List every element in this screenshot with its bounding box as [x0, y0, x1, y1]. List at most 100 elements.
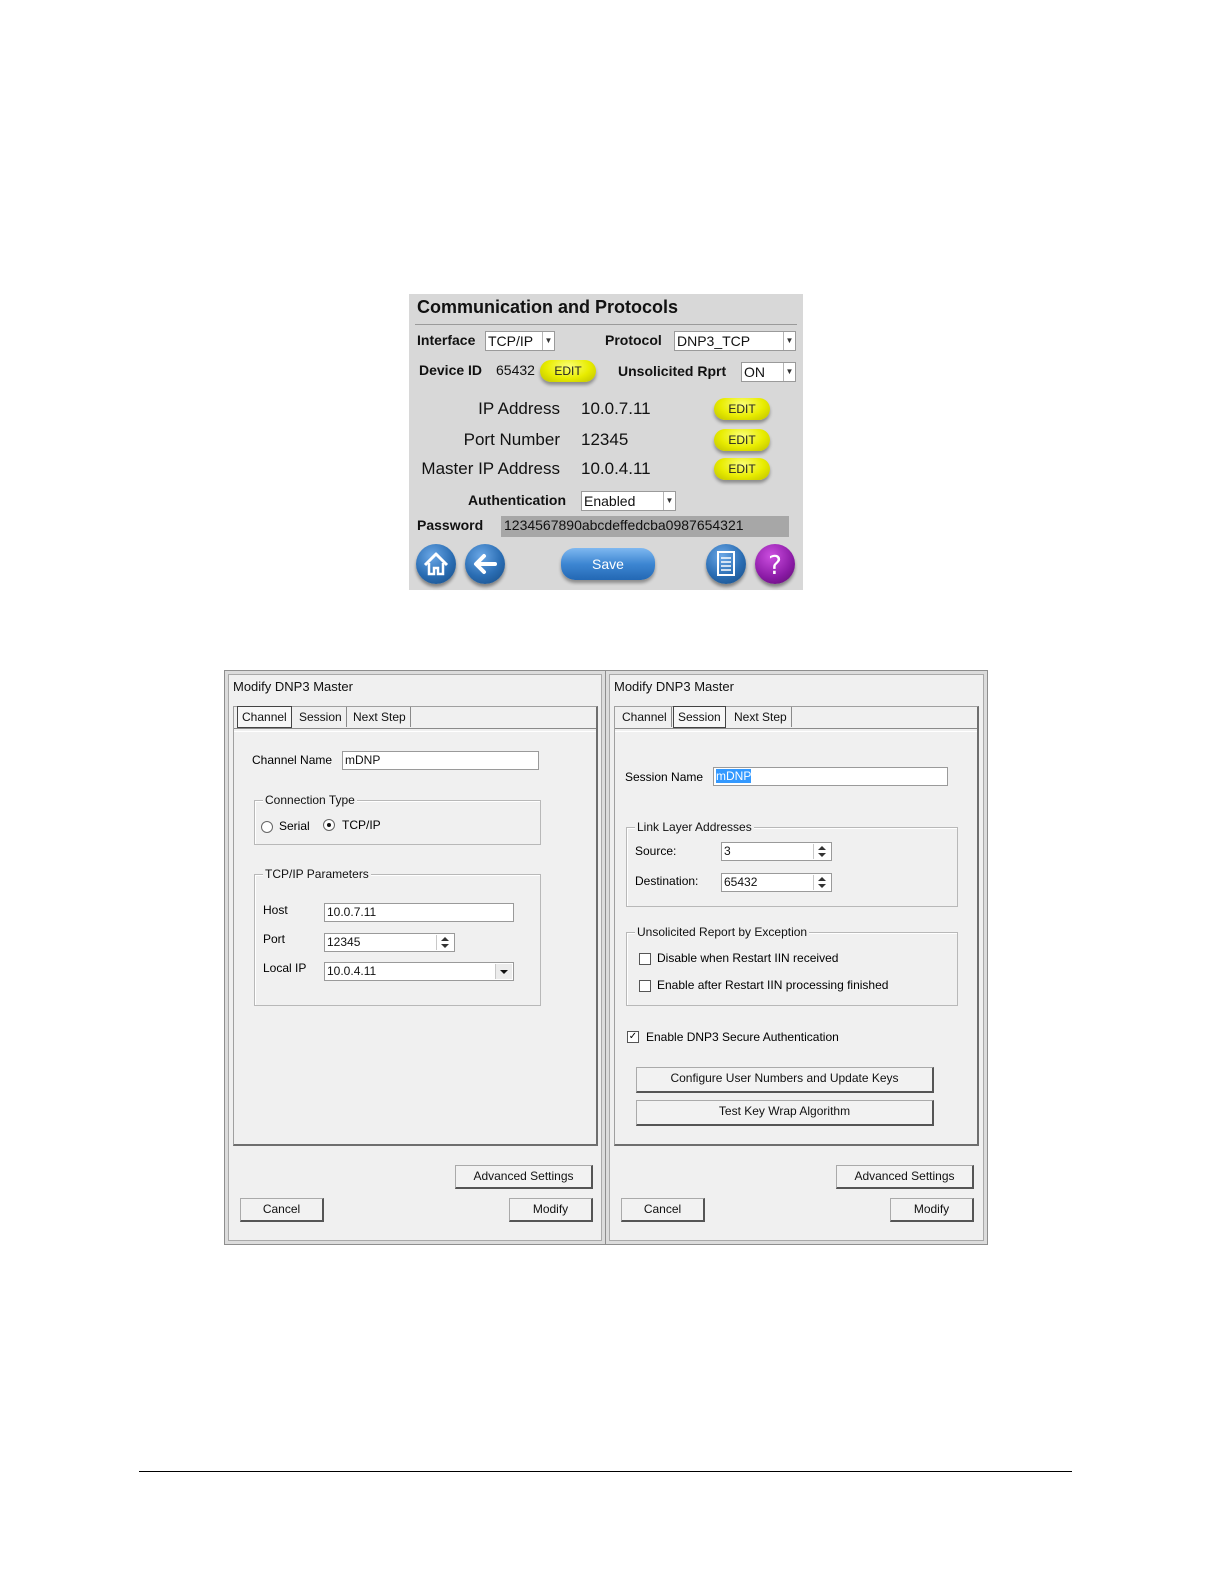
source-value: 3: [724, 844, 731, 858]
authentication-label: Authentication: [468, 492, 566, 508]
session-name-input[interactable]: mDNP: [713, 767, 948, 786]
destination-label: Destination:: [635, 874, 699, 888]
tcpip-radio[interactable]: [323, 819, 335, 831]
save-button[interactable]: Save: [561, 548, 655, 580]
interface-value: TCP/IP: [488, 333, 534, 349]
tcpip-parameters-label: TCP/IP Parameters: [263, 867, 371, 881]
session-name-label: Session Name: [625, 770, 704, 784]
chevron-down-icon: ▼: [542, 332, 554, 350]
tab-panel: Channel Session Next Step Channel Name m…: [233, 706, 598, 1146]
link-layer-label: Link Layer Addresses: [635, 820, 754, 834]
document-icon: [717, 551, 735, 576]
device-id-edit-button[interactable]: EDIT: [540, 360, 596, 382]
link-layer-addresses-group: Link Layer Addresses Source: 3 Destinati…: [626, 820, 958, 907]
help-icon: ?: [768, 551, 782, 581]
tab-next-step[interactable]: Next Step: [730, 707, 792, 727]
authentication-value: Enabled: [584, 493, 636, 509]
tab-session[interactable]: Session: [673, 706, 726, 728]
ip-address-label: IP Address: [478, 399, 560, 418]
svg-text:?: ?: [768, 551, 782, 581]
password-field[interactable]: 1234567890abcdeffedcba0987654321: [501, 516, 789, 537]
ip-address-edit-button[interactable]: EDIT: [714, 398, 770, 420]
master-ip-value: 10.0.4.11: [581, 459, 651, 478]
chevron-down-icon: ▼: [783, 363, 795, 381]
local-ip-select[interactable]: 10.0.4.11: [324, 962, 514, 981]
host-input[interactable]: 10.0.7.11: [324, 903, 514, 922]
protocol-label: Protocol: [605, 332, 662, 348]
help-button[interactable]: ?: [755, 544, 795, 584]
disable-restart-checkbox[interactable]: [639, 953, 651, 965]
device-id-label: Device ID: [419, 362, 483, 378]
panel-title: Communication and Protocols: [417, 297, 679, 317]
configure-keys-button[interactable]: Configure User Numbers and Update Keys: [636, 1067, 934, 1093]
secure-auth-checkbox[interactable]: ✓: [627, 1031, 639, 1043]
source-label: Source:: [635, 844, 677, 858]
protocol-value: DNP3_TCP: [677, 333, 751, 349]
tab-divider: [615, 728, 977, 732]
advanced-settings-button[interactable]: Advanced Settings: [455, 1165, 593, 1189]
master-ip-edit-button[interactable]: EDIT: [714, 458, 770, 480]
tcpip-label: TCP/IP: [342, 818, 381, 832]
modify-button[interactable]: Modify: [509, 1198, 593, 1222]
home-icon: [423, 552, 449, 576]
local-ip-value: 10.0.4.11: [327, 964, 377, 978]
back-button[interactable]: [465, 544, 505, 584]
spinner-arrows-icon[interactable]: [813, 844, 830, 859]
protocol-select[interactable]: DNP3_TCP ▼: [674, 331, 796, 351]
secure-auth-label: Enable DNP3 Secure Authentication: [646, 1030, 839, 1044]
unsolicited-report-group: Unsolicited Report by Exception Disable …: [626, 925, 958, 1006]
source-stepper[interactable]: 3: [721, 842, 832, 861]
port-number-value: 12345: [581, 430, 629, 449]
channel-name-label: Channel Name: [252, 753, 333, 767]
unsolicited-report-label: Unsolicited Report by Exception: [635, 925, 810, 939]
session-name-value: mDNP: [716, 769, 752, 783]
tcpip-parameters-group: TCP/IP Parameters Host 10.0.7.11 Port 12…: [254, 867, 541, 1006]
port-value: 12345: [327, 935, 361, 949]
tab-next-step[interactable]: Next Step: [349, 707, 411, 727]
interface-select[interactable]: TCP/IP ▼: [485, 331, 555, 351]
connection-type-label: Connection Type: [263, 793, 357, 807]
arrow-left-icon: [474, 554, 497, 574]
footer-rule: [139, 1471, 1072, 1472]
connection-type-group: Connection Type Serial TCP/IP: [254, 793, 541, 845]
dropdown-arrow-icon[interactable]: [495, 964, 512, 979]
enable-restart-checkbox[interactable]: [639, 980, 651, 992]
local-ip-label: Local IP: [263, 961, 307, 975]
channel-name-input[interactable]: mDNP: [342, 751, 539, 770]
unsolicited-label: Unsolicited Rprt: [618, 363, 727, 379]
communication-protocols-panel: Communication and Protocols Interface TC…: [409, 294, 803, 590]
cancel-button[interactable]: Cancel: [621, 1198, 705, 1222]
chevron-down-icon: ▼: [783, 332, 795, 350]
spinner-arrows-icon[interactable]: [813, 875, 830, 890]
serial-label: Serial: [279, 819, 310, 833]
spinner-arrows-icon[interactable]: [436, 935, 453, 950]
modify-dnp3-master-dialog-channel: Modify DNP3 Master Channel Session Next …: [224, 670, 606, 1245]
host-label: Host: [263, 903, 288, 917]
cancel-button[interactable]: Cancel: [240, 1198, 324, 1222]
chevron-down-icon: ▼: [663, 492, 675, 510]
tab-channel[interactable]: Channel: [618, 707, 672, 727]
modify-button[interactable]: Modify: [890, 1198, 974, 1222]
serial-radio[interactable]: [261, 821, 273, 833]
modify-dnp3-master-dialog-session: Modify DNP3 Master Channel Session Next …: [605, 670, 988, 1245]
home-button[interactable]: [416, 544, 456, 584]
tab-divider: [234, 728, 596, 732]
destination-value: 65432: [724, 875, 758, 889]
advanced-settings-button[interactable]: Advanced Settings: [836, 1165, 974, 1189]
destination-stepper[interactable]: 65432: [721, 873, 832, 892]
interface-label: Interface: [417, 332, 476, 348]
document-button[interactable]: [706, 544, 746, 584]
tab-channel[interactable]: Channel: [237, 706, 292, 728]
port-number-edit-button[interactable]: EDIT: [714, 429, 770, 451]
port-stepper[interactable]: 12345: [324, 933, 455, 952]
master-ip-label: Master IP Address: [421, 459, 560, 478]
unsolicited-value: ON: [744, 364, 765, 380]
test-key-wrap-button[interactable]: Test Key Wrap Algorithm: [636, 1100, 934, 1126]
tab-session[interactable]: Session: [295, 707, 347, 727]
authentication-select[interactable]: Enabled ▼: [581, 491, 676, 511]
password-label: Password: [417, 517, 484, 533]
dialog-title: Modify DNP3 Master: [233, 679, 353, 694]
tab-panel: Channel Session Next Step Session Name m…: [614, 706, 979, 1146]
port-number-label: Port Number: [463, 430, 560, 449]
unsolicited-select[interactable]: ON ▼: [741, 362, 796, 382]
